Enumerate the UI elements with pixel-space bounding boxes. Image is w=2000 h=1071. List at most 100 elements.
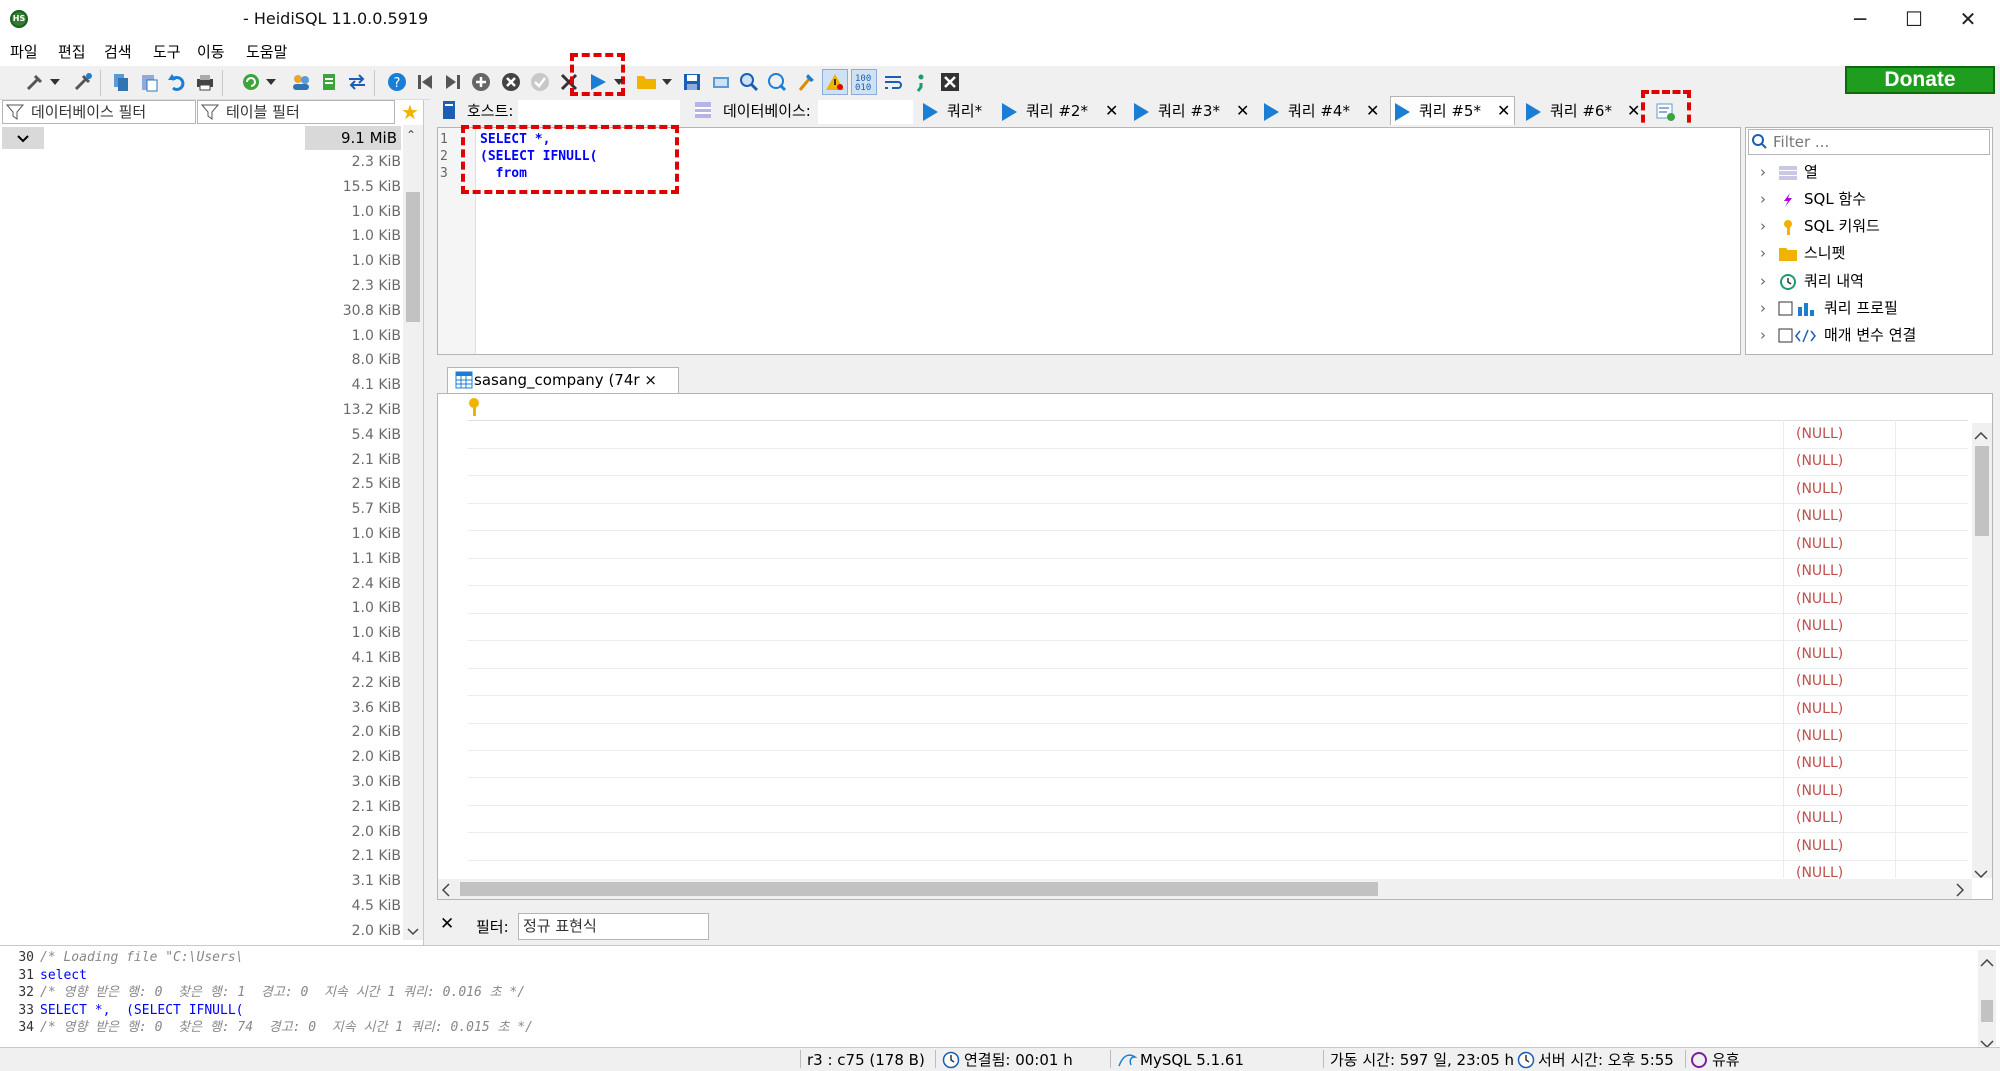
close-icon[interactable]: ✕ xyxy=(1236,98,1249,124)
close-icon[interactable]: ✕ xyxy=(1497,98,1510,124)
new-query-tab-icon[interactable] xyxy=(1656,102,1676,126)
scroll-up-icon[interactable]: ⌃ xyxy=(406,128,416,142)
menu-search[interactable]: 검색 xyxy=(104,41,132,62)
grid-cell-null[interactable]: (NULL) xyxy=(1796,668,1896,695)
scroll-up-icon[interactable] xyxy=(1974,426,1988,444)
close-window-button[interactable]: ✕ xyxy=(1940,0,1996,38)
grid-row-line xyxy=(468,832,1968,834)
grid-hscroll-thumb[interactable] xyxy=(460,882,1378,896)
helper-query-history[interactable]: › 쿼리 내역 xyxy=(1760,268,1864,295)
grid-cell-null[interactable]: (NULL) xyxy=(1796,750,1896,777)
paste-icon[interactable] xyxy=(136,69,162,95)
open-folder-icon[interactable] xyxy=(634,69,660,95)
menu-go[interactable]: 이동 xyxy=(197,41,225,62)
add-icon[interactable] xyxy=(468,69,494,95)
helper-sql-functions[interactable]: › SQL 함수 xyxy=(1760,186,1866,213)
save-as-icon[interactable] xyxy=(708,69,734,95)
tab-query-4[interactable]: 쿼리 #4* xyxy=(1264,98,1350,124)
result-grid[interactable] xyxy=(437,393,1993,900)
scroll-right-icon[interactable] xyxy=(1956,883,1965,901)
left-scrollbar-thumb[interactable] xyxy=(406,192,420,322)
copy-icon[interactable] xyxy=(108,69,134,95)
helper-query-profile[interactable]: › 쿼리 프로필 xyxy=(1760,295,1898,322)
grid-cell-null[interactable]: (NULL) xyxy=(1796,558,1896,585)
check-icon[interactable] xyxy=(527,69,553,95)
helpers-filter-input[interactable]: Filter ... xyxy=(1748,129,1990,155)
grid-cell-null[interactable]: (NULL) xyxy=(1796,641,1896,668)
chevron-down-icon[interactable] xyxy=(48,69,62,95)
database-field[interactable] xyxy=(818,100,913,124)
tree-root-toggle[interactable] xyxy=(2,127,44,149)
scroll-up-icon[interactable] xyxy=(1980,953,1994,971)
binary-icon[interactable]: 100 010 xyxy=(851,69,877,95)
chevron-down-icon[interactable] xyxy=(612,69,626,95)
grid-vscroll-thumb[interactable] xyxy=(1975,446,1989,536)
warning-icon[interactable] xyxy=(822,69,848,95)
scroll-down-icon[interactable] xyxy=(1974,864,1988,882)
close-icon[interactable]: ✕ xyxy=(1105,98,1118,124)
result-tab[interactable]: sasang_company (74r × 19c) xyxy=(447,367,679,413)
grid-cell-null[interactable]: (NULL) xyxy=(1796,778,1896,805)
helper-columns[interactable]: › 열 xyxy=(1760,159,1818,186)
scroll-down-icon[interactable] xyxy=(407,922,419,940)
grid-cell-null[interactable]: (NULL) xyxy=(1796,723,1896,750)
save-icon[interactable] xyxy=(679,69,705,95)
helper-snippets[interactable]: › 스니펫 xyxy=(1760,240,1845,267)
donate-button[interactable]: Donate xyxy=(1845,66,1995,94)
grid-cell-null[interactable]: (NULL) xyxy=(1796,448,1896,475)
host-field[interactable] xyxy=(518,100,680,124)
regex-filter-input[interactable]: 정규 표현식 xyxy=(518,913,709,940)
close-icon[interactable]: ✕ xyxy=(1627,98,1640,124)
tab-query-6[interactable]: 쿼리 #6* xyxy=(1526,98,1612,124)
tab-query-5[interactable]: 쿼리 #5* xyxy=(1395,98,1481,124)
beautify-icon[interactable] xyxy=(793,69,819,95)
menu-tools[interactable]: 도구 xyxy=(153,41,181,62)
chevron-down-icon[interactable] xyxy=(660,69,674,95)
help-icon[interactable]: ? xyxy=(384,69,410,95)
grid-cell-null[interactable]: (NULL) xyxy=(1796,696,1896,723)
minimize-button[interactable]: ─ xyxy=(1832,0,1888,38)
run-icon[interactable] xyxy=(585,69,611,95)
log-scrollbar-thumb[interactable] xyxy=(1981,1000,1993,1022)
chevron-down-icon[interactable] xyxy=(264,69,278,95)
connect-icon[interactable] xyxy=(22,69,48,95)
user-manager-icon[interactable] xyxy=(288,69,314,95)
wrap-icon[interactable] xyxy=(880,69,906,95)
grid-cell-null[interactable]: (NULL) xyxy=(1796,503,1896,530)
scroll-left-icon[interactable] xyxy=(441,883,450,901)
disconnect-icon[interactable] xyxy=(70,69,96,95)
tab-query-3[interactable]: 쿼리 #3* xyxy=(1134,98,1220,124)
grid-cell-null[interactable]: (NULL) xyxy=(1796,531,1896,558)
refresh-icon[interactable] xyxy=(238,69,264,95)
favorites-star-icon[interactable]: ★ xyxy=(398,100,422,124)
helper-bind-params[interactable]: › 매개 변수 연결 xyxy=(1760,322,1916,349)
grid-cell-null[interactable]: (NULL) xyxy=(1796,476,1896,503)
sync-icon[interactable] xyxy=(344,69,370,95)
menu-edit[interactable]: 편집 xyxy=(58,41,86,62)
maximize-button[interactable]: ☐ xyxy=(1886,0,1942,38)
last-icon[interactable] xyxy=(440,69,466,95)
grid-cell-null[interactable]: (NULL) xyxy=(1796,613,1896,640)
close-filter-icon[interactable]: ✕ xyxy=(440,914,454,934)
tab-query-2[interactable]: 쿼리 #2* xyxy=(1002,98,1088,124)
close-icon[interactable]: ✕ xyxy=(1366,98,1379,124)
cancel-icon[interactable] xyxy=(498,69,524,95)
grid-cell-null[interactable]: (NULL) xyxy=(1796,805,1896,832)
close-tab-icon[interactable] xyxy=(937,69,963,95)
grid-cell-null[interactable]: (NULL) xyxy=(1796,421,1896,448)
replace-icon[interactable] xyxy=(764,69,790,95)
semicolon-icon[interactable] xyxy=(908,69,934,95)
grid-cell-null[interactable]: (NULL) xyxy=(1796,586,1896,613)
tab-query-1[interactable]: 쿼리* xyxy=(923,98,982,124)
first-icon[interactable] xyxy=(412,69,438,95)
undo-icon[interactable] xyxy=(164,69,190,95)
helper-sql-keywords[interactable]: › SQL 키워드 xyxy=(1760,213,1880,240)
table-filter-input[interactable]: 테이블 필터 xyxy=(197,100,395,124)
export-icon[interactable] xyxy=(316,69,342,95)
menu-file[interactable]: 파일 xyxy=(10,41,38,62)
database-filter-input[interactable]: 데이터베이스 필터 xyxy=(2,100,196,124)
menu-help[interactable]: 도움말 xyxy=(246,41,287,62)
print-icon[interactable] xyxy=(192,69,218,95)
grid-cell-null[interactable]: (NULL) xyxy=(1796,833,1896,860)
find-icon[interactable] xyxy=(736,69,762,95)
